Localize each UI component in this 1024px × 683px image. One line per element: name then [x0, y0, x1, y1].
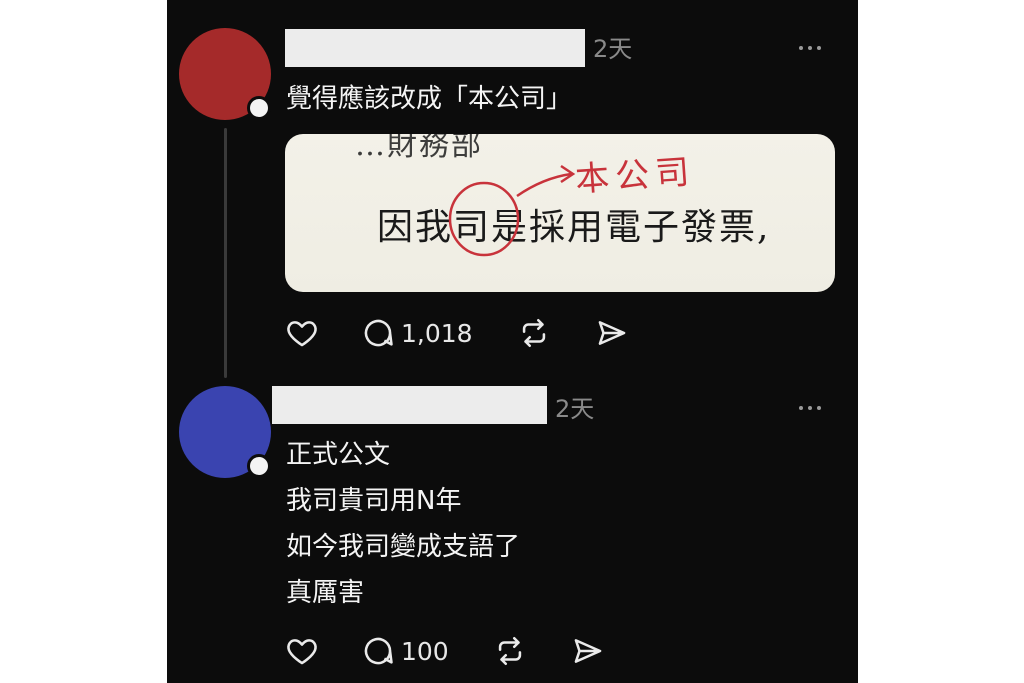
share-button[interactable] — [571, 634, 605, 668]
like-button[interactable] — [285, 634, 319, 668]
post-text-line: 覺得應該改成「本公司」 — [286, 84, 573, 114]
post-time: 2天 — [593, 35, 633, 63]
post-text-line: 我司貴司用N年 — [286, 486, 462, 516]
reply-button[interactable]: 100 — [361, 634, 449, 668]
reply-button[interactable]: 1,018 — [361, 316, 473, 350]
post-time: 2天 — [555, 395, 595, 423]
post-text-line: 如今我司變成支語了 — [286, 532, 521, 562]
post-image[interactable]: …財務部 因我司是採用電子發票, 本公司 — [285, 134, 835, 292]
more-options-button[interactable] — [799, 406, 821, 410]
more-dots-icon — [799, 406, 803, 410]
threads-feed: 2天 覺得應該改成「本公司」 …財務部 因我司是採用電子發票, 本公司 1,01… — [167, 0, 858, 683]
post-text-line: 真厲害 — [286, 578, 365, 608]
thread-line — [224, 128, 227, 378]
username-redacted[interactable] — [285, 29, 585, 67]
repost-button[interactable] — [517, 316, 551, 350]
post-2: 2天 正式公文 我司貴司用N年 如今我司變成支語了 真厲害 100 — [167, 380, 858, 683]
send-icon — [598, 321, 625, 345]
follow-badge[interactable] — [247, 96, 271, 120]
repost-button[interactable] — [493, 634, 527, 668]
more-options-button[interactable] — [799, 46, 821, 50]
follow-badge[interactable] — [247, 454, 271, 478]
username-redacted[interactable] — [272, 386, 547, 424]
reply-count: 1,018 — [401, 318, 473, 348]
post-actions: 1,018 — [285, 316, 629, 350]
post-text-line: 正式公文 — [286, 440, 391, 470]
heart-icon — [287, 639, 317, 665]
handwritten-circle-arrow — [448, 164, 576, 257]
share-button[interactable] — [595, 316, 629, 350]
repost-icon — [498, 636, 521, 666]
comment-icon — [364, 637, 393, 665]
post-1: 2天 覺得應該改成「本公司」 …財務部 因我司是採用電子發票, 本公司 1,01… — [167, 0, 858, 380]
heart-icon — [287, 321, 317, 347]
comment-icon — [364, 319, 393, 347]
more-dots-icon — [799, 46, 803, 50]
send-icon — [574, 639, 602, 663]
reply-count: 100 — [401, 636, 449, 666]
repost-icon — [522, 318, 545, 348]
like-button[interactable] — [285, 316, 319, 350]
post-actions: 100 — [285, 634, 605, 668]
